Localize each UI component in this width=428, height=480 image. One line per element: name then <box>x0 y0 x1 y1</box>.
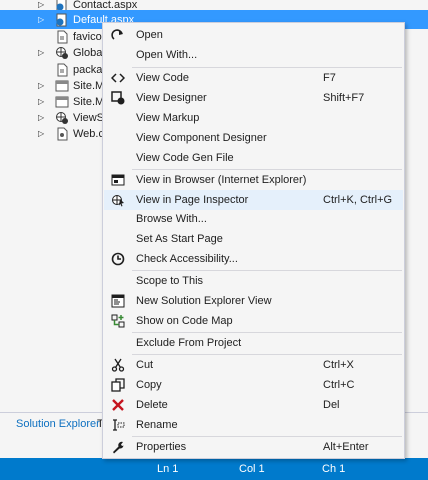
menu-item-label: Set As Start Page <box>136 233 223 245</box>
menu-item-open[interactable]: Open <box>104 25 403 45</box>
menu-item-shortcut: Ctrl+X <box>323 359 354 371</box>
menu-item-label: View Component Designer <box>136 132 267 144</box>
browser-icon <box>110 172 126 188</box>
menu-item-shortcut: F7 <box>323 72 336 84</box>
menu-item-label: New Solution Explorer View <box>136 295 272 307</box>
menu-item-label: Rename <box>136 419 178 431</box>
menu-item-open-with[interactable]: Open With... <box>104 45 403 65</box>
menu-item-label: Open <box>136 29 163 41</box>
new-view-icon <box>110 293 126 309</box>
menu-item-delete[interactable]: Delete Del <box>104 395 403 415</box>
menu-item-label: Open With... <box>136 49 198 61</box>
rename-icon <box>110 417 126 433</box>
copy-icon <box>110 377 126 393</box>
menu-item-label: View in Page Inspector <box>136 194 249 206</box>
delete-x-icon <box>110 397 126 413</box>
status-column: Col 1 <box>239 463 265 475</box>
aspx-globe-icon <box>55 13 69 27</box>
menu-item-properties[interactable]: Properties Alt+Enter <box>104 437 403 457</box>
config-icon <box>55 127 69 141</box>
wrench-icon <box>110 439 126 455</box>
file-icon <box>55 63 69 77</box>
globe-icon <box>55 111 69 125</box>
menu-item-set-as-start-page[interactable]: Set As Start Page <box>104 229 403 249</box>
menu-item-label: Copy <box>136 379 162 391</box>
expand-arrow-icon[interactable]: ▷ <box>38 0 46 9</box>
menu-item-view-code[interactable]: View Code F7 <box>104 68 403 88</box>
file-icon <box>55 30 69 44</box>
master-page-icon <box>55 95 69 109</box>
status-bar: Ln 1 Col 1 Ch 1 <box>0 458 428 480</box>
expand-arrow-icon[interactable]: ▷ <box>38 15 46 24</box>
menu-item-scope-to-this[interactable]: Scope to This <box>104 271 403 291</box>
menu-item-label: Properties <box>136 441 187 453</box>
status-line: Ln 1 <box>157 463 179 475</box>
code-map-icon <box>110 313 126 329</box>
master-page-icon <box>55 79 69 93</box>
menu-item-label: Browse With... <box>136 213 207 225</box>
menu-item-label: Show on Code Map <box>136 315 233 327</box>
context-menu: Open Open With... View Code F7 View Desi… <box>102 22 405 459</box>
status-char: Ch 1 <box>322 463 346 475</box>
menu-item-show-on-code-map[interactable]: Show on Code Map <box>104 311 403 331</box>
expand-arrow-icon[interactable]: ▷ <box>38 81 46 90</box>
menu-item-view-designer[interactable]: View Designer Shift+F7 <box>104 88 403 108</box>
menu-item-label: Exclude From Project <box>136 337 242 349</box>
designer-icon <box>110 90 126 106</box>
menu-item-label: View Designer <box>136 92 207 104</box>
expand-arrow-icon[interactable]: ▷ <box>38 113 46 122</box>
menu-item-cut[interactable]: Cut Ctrl+X <box>104 355 403 375</box>
menu-item-label: Cut <box>136 359 154 371</box>
scissors-icon <box>110 357 126 373</box>
menu-item-shortcut: Alt+Enter <box>323 441 369 453</box>
accessibility-icon <box>110 251 126 267</box>
expand-arrow-icon[interactable]: ▷ <box>38 129 46 138</box>
menu-item-view-code-gen-file[interactable]: View Code Gen File <box>104 148 403 168</box>
open-arrow-icon <box>110 27 126 43</box>
expand-arrow-icon[interactable]: ▷ <box>38 48 46 57</box>
menu-item-view-markup[interactable]: View Markup <box>104 108 403 128</box>
page-inspector-icon <box>110 192 126 208</box>
menu-item-shortcut: Ctrl+C <box>323 379 355 391</box>
menu-item-view-component-designer[interactable]: View Component Designer <box>104 128 403 148</box>
menu-item-copy[interactable]: Copy Ctrl+C <box>104 375 403 395</box>
menu-item-shortcut: Ctrl+K, Ctrl+G <box>323 194 393 206</box>
menu-item-view-in-browser[interactable]: View in Browser (Internet Explorer) <box>104 170 403 190</box>
code-brackets-icon <box>110 70 126 86</box>
menu-item-rename[interactable]: Rename <box>104 415 403 435</box>
menu-item-label: View Code Gen File <box>136 152 234 164</box>
menu-item-label: Check Accessibility... <box>136 253 238 265</box>
menu-item-label: View in Browser (Internet Explorer) <box>136 174 307 186</box>
tab-solution-explorer[interactable]: Solution Explorer <box>12 413 104 435</box>
menu-item-label: View Markup <box>136 112 200 124</box>
menu-item-label: View Code <box>136 72 189 84</box>
menu-item-browse-with[interactable]: Browse With... <box>104 209 403 229</box>
menu-item-shortcut: Del <box>323 399 340 411</box>
menu-item-exclude-from-project[interactable]: Exclude From Project <box>104 333 403 353</box>
expand-arrow-icon[interactable]: ▷ <box>38 97 46 106</box>
menu-item-label: Delete <box>136 399 168 411</box>
menu-item-shortcut: Shift+F7 <box>323 92 365 104</box>
tree-item-label: Contact.aspx <box>73 0 138 11</box>
menu-item-check-accessibility[interactable]: Check Accessibility... <box>104 249 403 269</box>
menu-item-view-in-page-inspector[interactable]: View in Page Inspector Ctrl+K, Ctrl+G <box>104 190 403 210</box>
menu-item-new-solution-explorer-view[interactable]: New Solution Explorer View <box>104 291 403 311</box>
globe-icon <box>55 46 69 60</box>
menu-item-label: Scope to This <box>136 275 204 287</box>
